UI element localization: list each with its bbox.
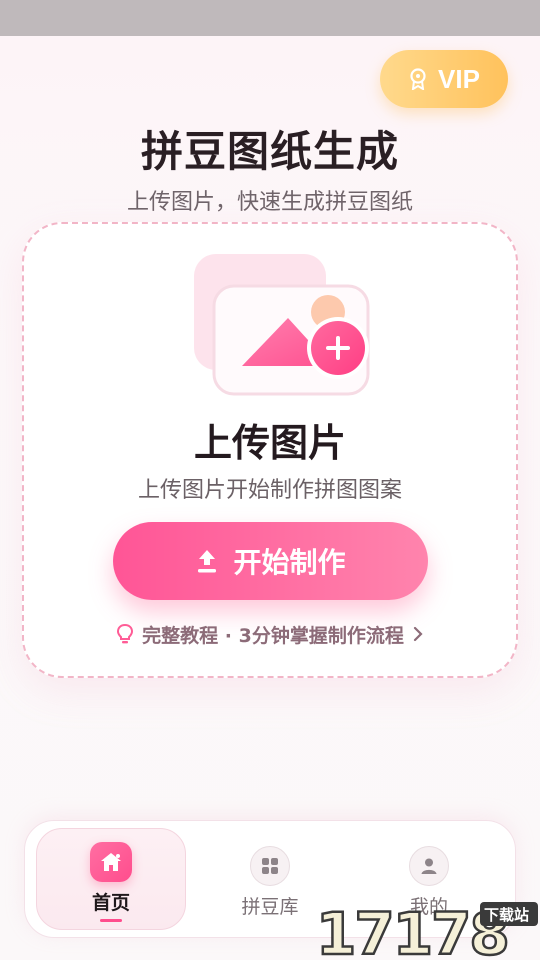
tutorial-link[interactable]: 完整教程 · 3分钟掌握制作流程 bbox=[0, 620, 540, 648]
start-making-button[interactable]: 开始制作 bbox=[113, 522, 428, 600]
svg-text:17178: 17178 bbox=[316, 900, 508, 960]
chevron-right-icon bbox=[412, 626, 424, 642]
lightbulb-icon bbox=[116, 623, 134, 645]
upload-subtitle: 上传图片开始制作拼图图案 bbox=[137, 478, 402, 503]
nav-active-indicator bbox=[100, 919, 122, 922]
home-icon bbox=[90, 842, 132, 883]
start-button-label: 开始制作 bbox=[233, 546, 346, 579]
medal-icon bbox=[408, 68, 428, 90]
vip-label: VIP bbox=[438, 63, 480, 94]
grid-icon bbox=[250, 846, 290, 886]
nav-label-bead-library: 拼豆库 bbox=[241, 896, 299, 918]
vip-button[interactable]: VIP bbox=[380, 50, 508, 108]
user-icon bbox=[409, 846, 449, 886]
svg-text:下载站: 下载站 bbox=[484, 906, 529, 924]
site-watermark-logo: 17178 下载站 bbox=[312, 896, 540, 960]
upload-icon bbox=[195, 548, 219, 574]
page-subtitle: 上传图片，快速生成拼豆图纸 bbox=[126, 190, 413, 212]
page-title: 拼豆图纸生成 bbox=[140, 127, 399, 176]
tutorial-label: 完整教程 · 3分钟掌握制作流程 bbox=[142, 624, 404, 647]
nav-label-home: 首页 bbox=[91, 892, 130, 915]
status-bar bbox=[0, 0, 540, 36]
upload-title: 上传图片 bbox=[193, 421, 346, 465]
add-image-icon[interactable] bbox=[190, 252, 380, 402]
nav-item-home[interactable]: 首页 bbox=[51, 842, 171, 922]
